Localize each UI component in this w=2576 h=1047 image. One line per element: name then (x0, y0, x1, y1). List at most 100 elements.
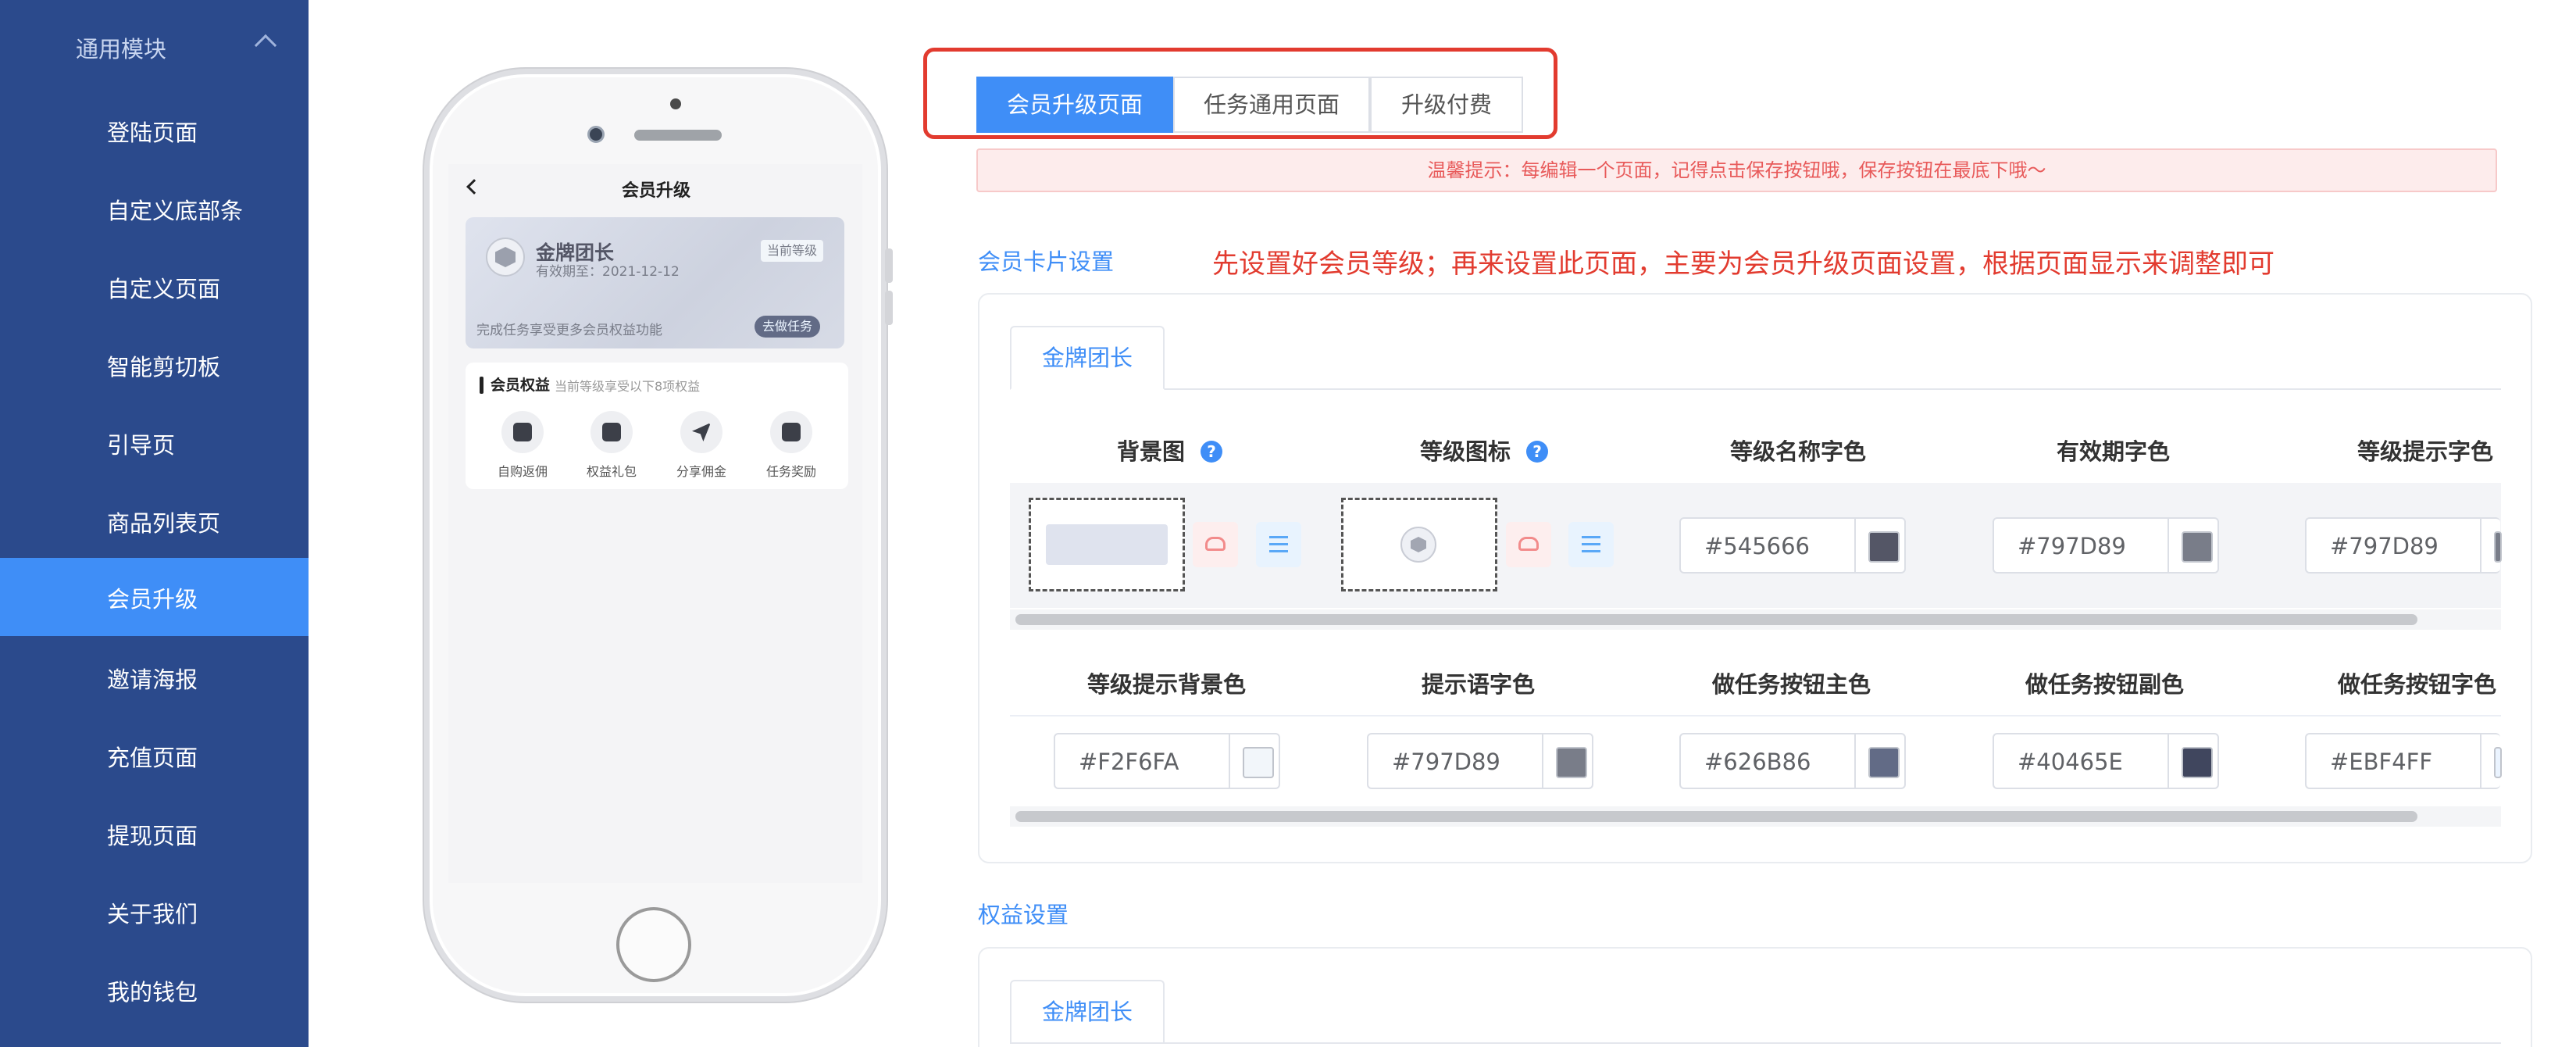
color-input-tip-bg[interactable]: #F2F6FA (1054, 733, 1280, 789)
notice-banner: 温馨提示：每编辑一个页面，记得点击保存按钮哦，保存按钮在最底下哦～ (976, 148, 2497, 192)
card-tip-text: 完成任务享受更多会员权益功能 (476, 323, 662, 338)
gift-icon (590, 411, 633, 453)
horizontal-scrollbar[interactable] (1015, 811, 2417, 822)
sidebar-item-about[interactable]: 关于我们 (0, 873, 309, 951)
color-input-valid-date[interactable]: #797D89 (1993, 517, 2219, 574)
col-header-valid-color: 有效期字色 (2057, 438, 2171, 465)
app-root: 通用模块 登陆页面 自定义底部条 自定义页面 智能剪切板 引导页 商品列表页 会… (0, 0, 2576, 1047)
rights-item[interactable]: 任务奖励 (748, 411, 834, 481)
sidebar-item-wallet[interactable]: 我的钱包 (0, 951, 309, 1029)
color-input-level-tip[interactable]: #797D89 (2305, 517, 2502, 574)
col-header-level-name-color: 等级名称字色 (1730, 438, 1867, 465)
sidebar-item-clipboard[interactable]: 智能剪切板 (0, 326, 309, 404)
color-value: #797D89 (2330, 533, 2439, 559)
phone-camera-icon (670, 98, 681, 109)
color-input-level-name[interactable]: #545666 (1679, 517, 1906, 574)
sidebar-item-label: 自定义底部条 (107, 198, 244, 224)
card-task-button[interactable]: 去做任务 (755, 316, 821, 338)
sidebar-item-custom-tabbar[interactable]: 自定义底部条 (0, 170, 309, 248)
sidebar-item-recharge[interactable]: 充值页面 (0, 716, 309, 795)
color-input-task-btn-main[interactable]: #626B86 (1679, 733, 1906, 789)
sidebar-item-label: 商品列表页 (107, 510, 221, 537)
color-swatch[interactable] (1556, 747, 1587, 778)
color-swatch[interactable] (2182, 531, 2213, 563)
col-header-task-btn-sub: 做任务按钮副色 (2025, 671, 2185, 698)
sidebar-item-invite-poster[interactable]: 邀请海报 (0, 638, 309, 716)
bag-icon (501, 411, 544, 453)
tab-member-upgrade[interactable]: 会员升级页面 (976, 77, 1173, 133)
sidebar-item-withdraw[interactable]: 提现页面 (0, 795, 309, 873)
card-valid-date: 有效期至：2021-12-12 (536, 264, 680, 280)
list-select-icon[interactable] (1256, 522, 1301, 567)
col-header-level-icon: 等级图标? (1420, 434, 1549, 466)
phone-home-button (616, 907, 691, 982)
help-icon[interactable]: ? (1201, 441, 1223, 463)
sidebar-item-label: 会员升级 (107, 586, 198, 613)
rights-level-tab-gold[interactable]: 金牌团长 (1010, 980, 1165, 1044)
rights-subtitle: 当前等级享受以下8项权益 (555, 379, 701, 394)
col-header-tip-text-color: 提示语字色 (1422, 671, 1536, 698)
rights-item-label: 任务奖励 (765, 464, 816, 479)
section-title-card-settings: 会员卡片设置 (978, 248, 1115, 275)
upload-icon[interactable] (1506, 522, 1551, 567)
sidebar-item-guide[interactable]: 引导页 (0, 404, 309, 482)
sidebar-item-label: 邀请海报 (107, 666, 198, 693)
sidebar-item-label: 智能剪切板 (107, 354, 221, 381)
sidebar-group-label: 通用模块 (76, 36, 167, 63)
rights-item-label: 权益礼包 (586, 464, 637, 479)
color-input-tip-text[interactable]: #797D89 (1367, 733, 1593, 789)
rights-item-label: 分享佣金 (676, 464, 726, 479)
rights-item[interactable]: 自购返佣 (480, 411, 566, 481)
sidebar-item-login[interactable]: 登陆页面 (0, 91, 309, 170)
col-header-background: 背景图? (1117, 434, 1223, 466)
sidebar-item-product-list[interactable]: 商品列表页 (0, 482, 309, 560)
upload-icon[interactable] (1193, 522, 1238, 567)
tab-upgrade-payment[interactable]: 升级付费 (1370, 77, 1523, 133)
list-select-icon[interactable] (1568, 522, 1614, 567)
card-current-level-tag: 当前等级 (761, 240, 824, 262)
help-icon[interactable]: ? (1526, 441, 1549, 463)
sidebar-item-label: 充值页面 (107, 745, 198, 771)
rights-title: 会员权益 (491, 377, 551, 394)
sidebar-item-member-upgrade[interactable]: 会员升级 (0, 558, 309, 636)
phone-side-button (885, 291, 893, 325)
level-tab-gold[interactable]: 金牌团长 (1010, 326, 1165, 390)
tab-underline (1010, 388, 2501, 390)
color-swatch[interactable] (1243, 747, 1274, 778)
rights-item-label: 自购返佣 (497, 464, 548, 479)
color-value: #40465E (2018, 749, 2123, 775)
color-input-task-btn-sub[interactable]: #40465E (1993, 733, 2219, 789)
tab-task-common[interactable]: 任务通用页面 (1173, 77, 1370, 133)
phone-lens-icon (587, 126, 605, 143)
sidebar-item-custom-page[interactable]: 自定义页面 (0, 248, 309, 326)
background-thumbnail (1046, 524, 1168, 565)
color-swatch[interactable] (1868, 531, 1900, 563)
sidebar-item-label: 提现页面 (107, 823, 198, 849)
list-icon (770, 411, 812, 453)
phone-screen-title: 会员升级 (621, 181, 690, 201)
horizontal-scrollbar[interactable] (1015, 614, 2417, 625)
color-value: #797D89 (1392, 749, 1500, 775)
sidebar-group-common[interactable]: 通用模块 (0, 0, 309, 94)
color-value: #626B86 (1704, 749, 1811, 775)
color-swatch[interactable] (1868, 747, 1900, 778)
chevron-up-icon (254, 34, 277, 57)
color-value: #797D89 (2018, 533, 2126, 559)
rights-item[interactable]: 权益礼包 (569, 411, 655, 481)
phone-side-button (885, 248, 893, 283)
col-header-text: 等级图标 (1420, 438, 1511, 465)
color-swatch[interactable] (2494, 531, 2502, 563)
color-input-task-btn-text[interactable]: #EBF4FF (2305, 733, 2502, 789)
col-header-task-btn-main: 做任务按钮主色 (1712, 671, 1871, 698)
hexagon-icon (1400, 527, 1436, 563)
color-swatch[interactable] (2494, 747, 2502, 778)
col-header-task-btn-text: 做任务按钮字色 (2338, 671, 2497, 698)
phone-speaker (634, 130, 722, 141)
sidebar: 通用模块 登陆页面 自定义底部条 自定义页面 智能剪切板 引导页 商品列表页 会… (0, 0, 309, 1047)
sidebar-item-label: 引导页 (107, 432, 176, 459)
color-value: #F2F6FA (1079, 749, 1179, 775)
rights-item[interactable]: 分享佣金 (658, 411, 744, 481)
color-swatch[interactable] (2182, 747, 2213, 778)
sidebar-item-label: 我的钱包 (107, 979, 198, 1006)
col-header-text: 背景图 (1117, 438, 1186, 465)
